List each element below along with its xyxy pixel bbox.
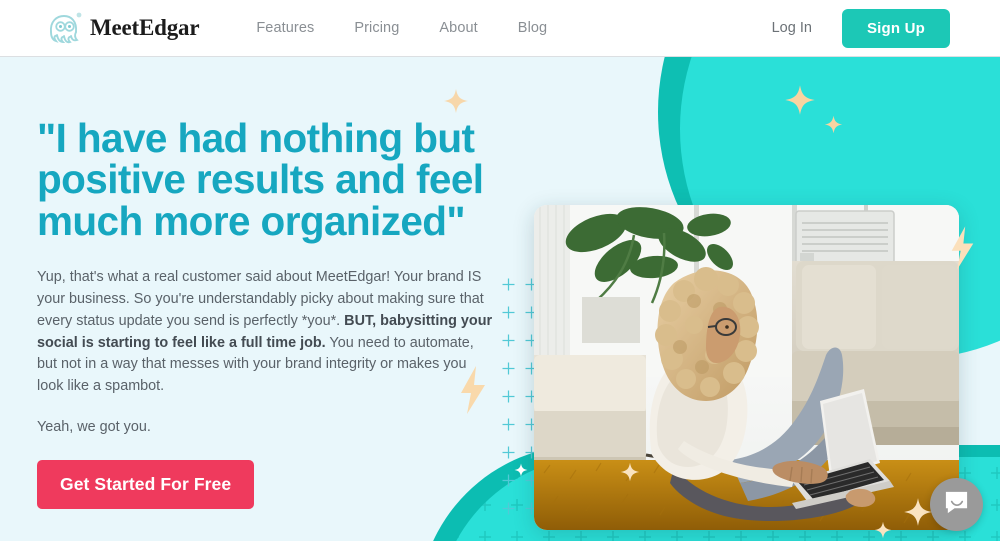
page-title: "I have had nothing but positive results… [37,115,484,244]
hero-paragraph: Yup, that's what a real customer said ab… [37,267,493,398]
hero-photo [534,205,959,530]
nav-item-blog[interactable]: Blog [518,20,547,36]
chat-bubble-icon [943,489,970,521]
hero-tagline: Yeah, we got you. [37,419,151,436]
logo[interactable]: MeetEdgar [46,10,200,46]
hero-section: "I have had nothing but positive results… [0,57,1000,541]
get-started-button[interactable]: Get Started For Free [37,460,255,510]
chat-widget-button[interactable] [930,478,983,531]
hero-copy: "I have had nothing but positive results… [37,115,497,510]
nav-item-pricing[interactable]: Pricing [354,20,399,36]
header-actions: Log In Sign Up [772,8,950,48]
sparkle-icon-1 [444,89,468,113]
logo-text: MeetEdgar [90,15,200,40]
octopus-logo-icon [46,10,88,46]
main-nav: Features Pricing About Blog [256,20,547,36]
site-header: MeetEdgar Features Pricing About Blog Lo… [0,0,1000,57]
nav-item-about[interactable]: About [439,20,477,36]
signup-button[interactable]: Sign Up [841,8,950,48]
login-link[interactable]: Log In [772,20,812,36]
nav-item-features[interactable]: Features [256,20,314,36]
